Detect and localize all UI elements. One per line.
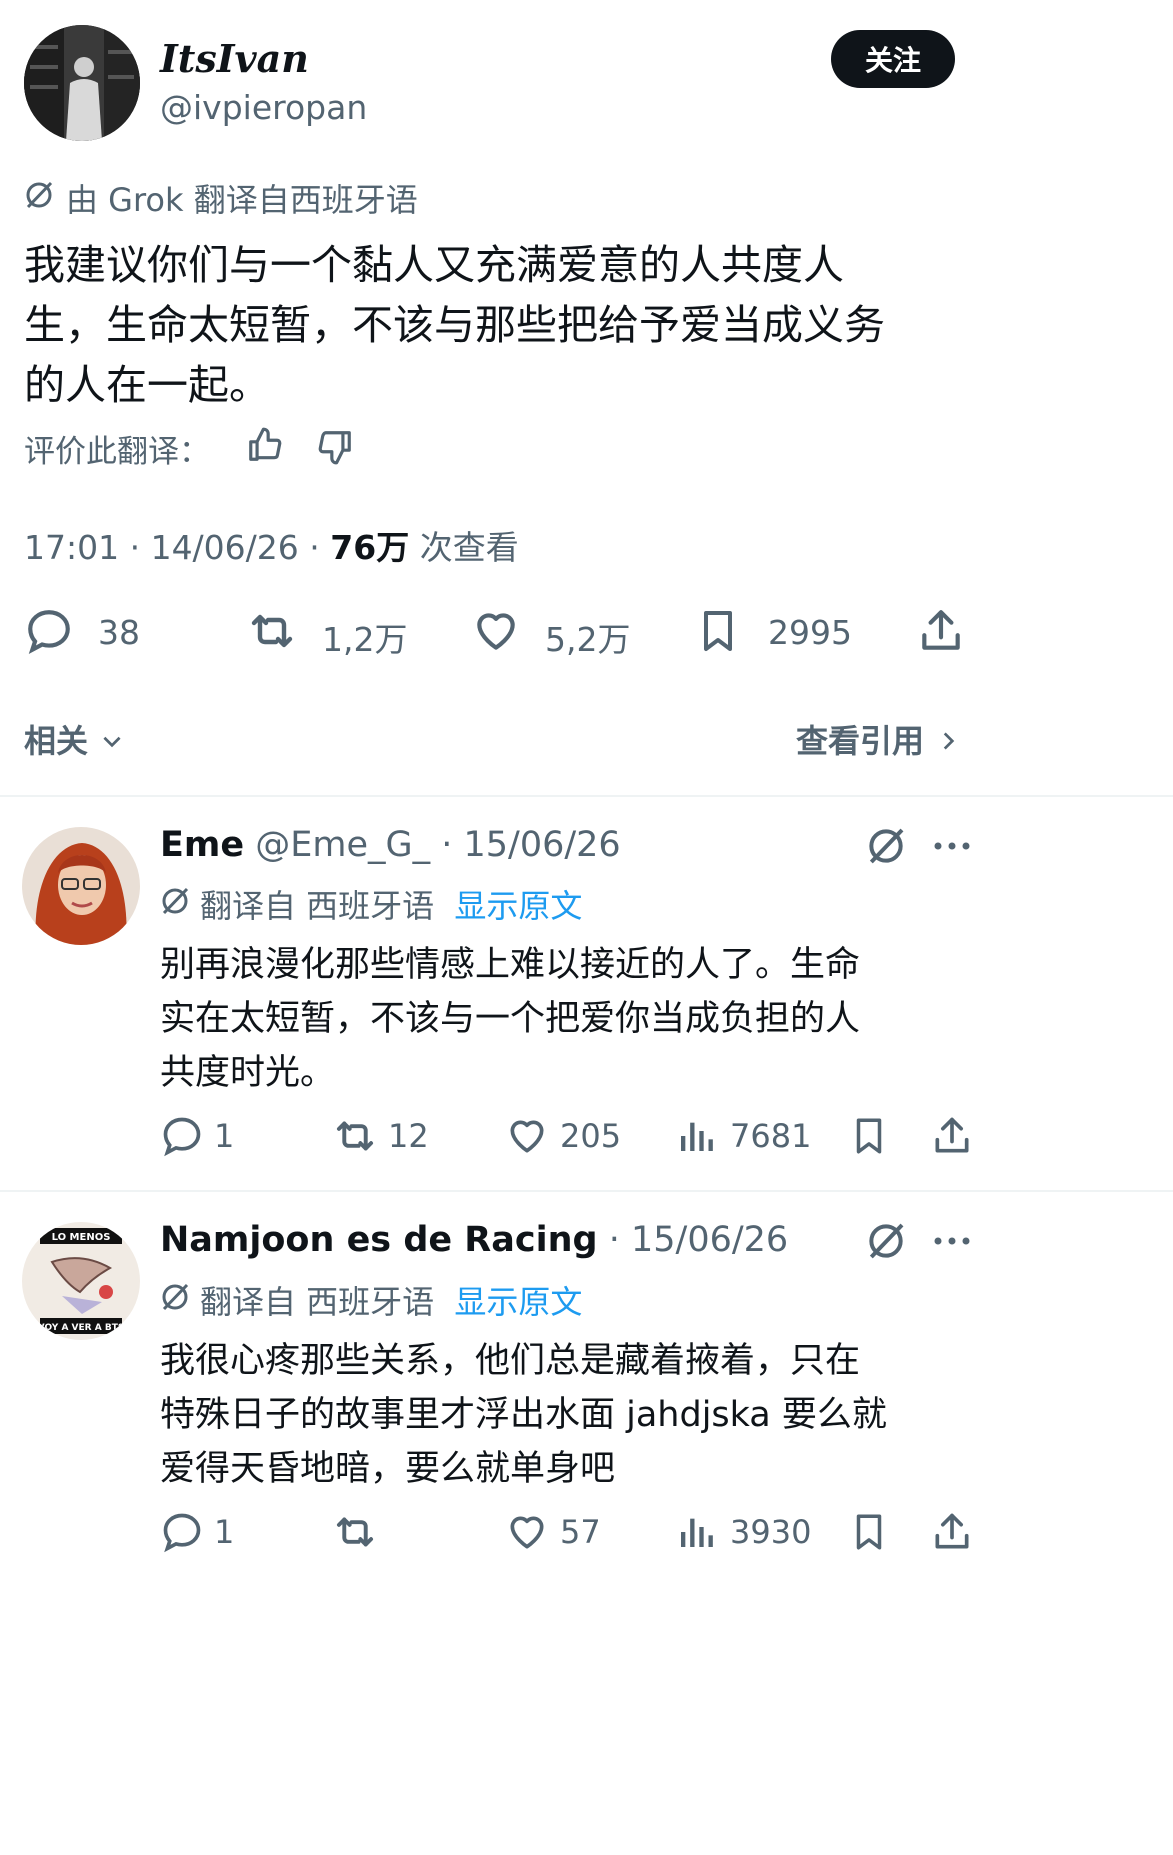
reply-avatar[interactable]: LO MENOS VOY A VER A BTS bbox=[22, 1222, 140, 1340]
views-label: 次查看 bbox=[419, 528, 519, 567]
reply-count: 1 bbox=[214, 1513, 235, 1551]
follow-button-label: 关注 bbox=[864, 44, 921, 77]
reply-display-name[interactable]: Namjoon es de Racing bbox=[160, 1220, 598, 1260]
author-display-name[interactable]: ItsIvan bbox=[160, 36, 309, 81]
views-icon[interactable] bbox=[676, 1116, 716, 1156]
retweet-count: 1,2万 bbox=[322, 620, 408, 659]
translate-icon bbox=[160, 1282, 190, 1312]
reply-count: 1 bbox=[214, 1117, 235, 1155]
grok-translate-icon[interactable] bbox=[866, 826, 906, 866]
thumbs-up-icon[interactable] bbox=[246, 426, 284, 464]
show-original-link[interactable]: 显示原文 bbox=[454, 1283, 582, 1321]
reply-text-line-2: 实在太短暂，不该与一个把爱你当成负担的人 bbox=[160, 999, 861, 1039]
reply-icon[interactable] bbox=[160, 1114, 204, 1158]
like-icon[interactable] bbox=[504, 1510, 550, 1554]
like-count: 5,2万 bbox=[545, 620, 631, 659]
chevron-right-icon bbox=[935, 724, 961, 762]
views-count: 76万 bbox=[330, 528, 410, 567]
views-count: 7681 bbox=[730, 1117, 812, 1155]
view-quotes-link[interactable]: 查看引用 bbox=[796, 716, 961, 762]
show-original-link[interactable]: 显示原文 bbox=[454, 887, 582, 925]
bookmark-count: 2995 bbox=[768, 613, 852, 652]
bookmark-icon[interactable] bbox=[848, 1510, 890, 1554]
tweet-timestamp[interactable]: 17:01 · 14/06/26 · bbox=[24, 528, 320, 567]
tweet-text-line-1: 我建议你们与一个黏人又充满爱意的人共度人 bbox=[24, 241, 844, 289]
translated-by-grok: 由 Grok 翻译自西班牙语 bbox=[66, 181, 418, 219]
rate-translation-label: 评价此翻译： bbox=[24, 434, 210, 470]
views-count: 3930 bbox=[730, 1513, 812, 1551]
retweet-icon[interactable] bbox=[330, 1510, 380, 1554]
translated-from-label: 翻译自 西班牙语 bbox=[200, 1283, 435, 1321]
avatar-text-bottom: VOY A VER A BTS bbox=[38, 1323, 125, 1333]
view-quotes-label: 查看引用 bbox=[796, 722, 925, 760]
like-icon[interactable] bbox=[504, 1114, 550, 1158]
reply-handle-date[interactable]: · 15/06/26 bbox=[609, 1220, 788, 1260]
author-avatar[interactable] bbox=[24, 25, 140, 141]
grok-translate-icon[interactable] bbox=[866, 1221, 906, 1261]
translate-icon bbox=[160, 886, 190, 916]
related-label: 相关 bbox=[24, 722, 89, 760]
share-icon[interactable] bbox=[930, 1510, 974, 1554]
reply-text-line-3: 共度时光。 bbox=[160, 1053, 336, 1093]
reply-avatar[interactable] bbox=[22, 827, 140, 945]
related-dropdown[interactable]: 相关 bbox=[24, 716, 125, 762]
like-count: 57 bbox=[560, 1513, 601, 1551]
reply-display-name[interactable]: Eme bbox=[160, 825, 244, 865]
reply-icon[interactable] bbox=[24, 606, 74, 656]
translated-from-label: 翻译自 西班牙语 bbox=[200, 887, 435, 925]
retweet-icon[interactable] bbox=[244, 606, 300, 656]
author-handle[interactable]: @ivpieropan bbox=[160, 88, 367, 127]
translation-info: 翻译自 西班牙语 显示原文 bbox=[200, 881, 582, 927]
bookmark-icon[interactable] bbox=[848, 1114, 890, 1158]
like-icon[interactable] bbox=[470, 606, 522, 656]
tweet-meta: 17:01 · 14/06/26 · 76万 次查看 bbox=[24, 521, 519, 569]
reply-text-line-1: 我很心疼那些关系，他们总是藏着掖着，只在 bbox=[160, 1341, 861, 1381]
reply-icon[interactable] bbox=[160, 1510, 204, 1554]
follow-button[interactable]: 关注 bbox=[831, 30, 955, 88]
retweet-count: 12 bbox=[388, 1117, 429, 1155]
reply-handle-date[interactable]: @Eme_G_ · 15/06/26 bbox=[255, 825, 620, 865]
bookmark-icon[interactable] bbox=[694, 606, 742, 656]
tweet-text-line-2: 生，生命太短暂，不该与那些把给予爱当成义务 bbox=[24, 301, 885, 349]
reply-count: 38 bbox=[98, 613, 140, 652]
reply-text-line-1: 别再浪漫化那些情感上难以接近的人了。生命 bbox=[160, 945, 861, 985]
thumbs-down-icon[interactable] bbox=[316, 428, 354, 466]
reply-text-line-2: 特殊日子的故事里才浮出水面 jahdjska 要么就 bbox=[160, 1395, 887, 1435]
share-icon[interactable] bbox=[916, 606, 966, 656]
more-options-icon[interactable] bbox=[932, 832, 972, 860]
reply-divider bbox=[0, 1190, 1173, 1192]
more-options-icon[interactable] bbox=[932, 1227, 972, 1255]
chevron-down-icon bbox=[99, 724, 125, 762]
section-divider bbox=[0, 795, 1173, 797]
avatar-text-top: LO MENOS bbox=[52, 1232, 111, 1243]
tweet-text-line-3: 的人在一起。 bbox=[24, 361, 270, 409]
reply-header: Namjoon es de Racing · 15/06/26 bbox=[160, 1220, 788, 1260]
share-icon[interactable] bbox=[930, 1114, 974, 1158]
translate-icon bbox=[24, 180, 54, 210]
views-icon[interactable] bbox=[676, 1512, 716, 1552]
reply-text-line-3: 爱得天昏地暗，要么就单身吧 bbox=[160, 1449, 616, 1489]
translation-info: 翻译自 西班牙语 显示原文 bbox=[200, 1277, 582, 1323]
like-count: 205 bbox=[560, 1117, 622, 1155]
retweet-icon[interactable] bbox=[330, 1114, 380, 1158]
reply-header: Eme @Eme_G_ · 15/06/26 bbox=[160, 825, 621, 865]
